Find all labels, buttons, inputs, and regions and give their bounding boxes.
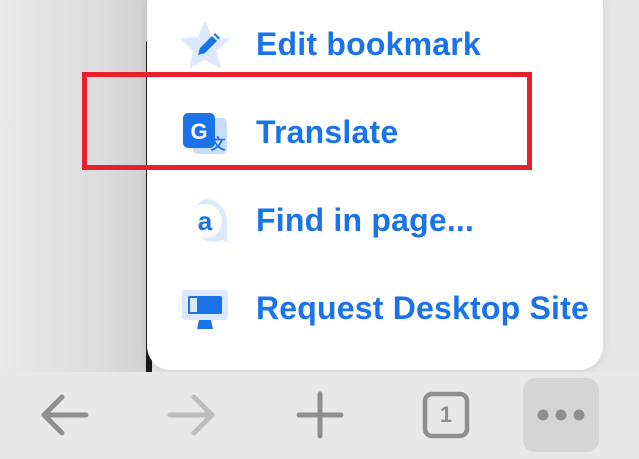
back-arrow-icon[interactable] <box>36 390 92 440</box>
translate-highlight-box <box>82 72 532 170</box>
menu-item-label: Find in page... <box>256 202 475 238</box>
svg-text:a: a <box>198 206 213 236</box>
edit-bookmark-star-icon <box>181 22 229 68</box>
menu-item-request-desktop-site[interactable]: Request Desktop Site <box>147 264 603 352</box>
more-menu-button[interactable] <box>523 378 599 452</box>
desktop-site-icon <box>182 290 228 329</box>
menu-item-find-in-page[interactable]: a Find in page... <box>147 176 603 264</box>
forward-arrow-icon[interactable] <box>164 390 220 440</box>
find-in-page-icon: a <box>188 199 227 243</box>
tab-count: 1 <box>439 402 453 427</box>
tab-switcher-button[interactable]: 1 <box>422 391 470 439</box>
new-tab-plus-icon[interactable] <box>295 390 345 440</box>
menu-item-label: Request Desktop Site <box>256 290 589 326</box>
more-dots-icon <box>537 409 585 421</box>
background-page-area <box>0 0 150 372</box>
